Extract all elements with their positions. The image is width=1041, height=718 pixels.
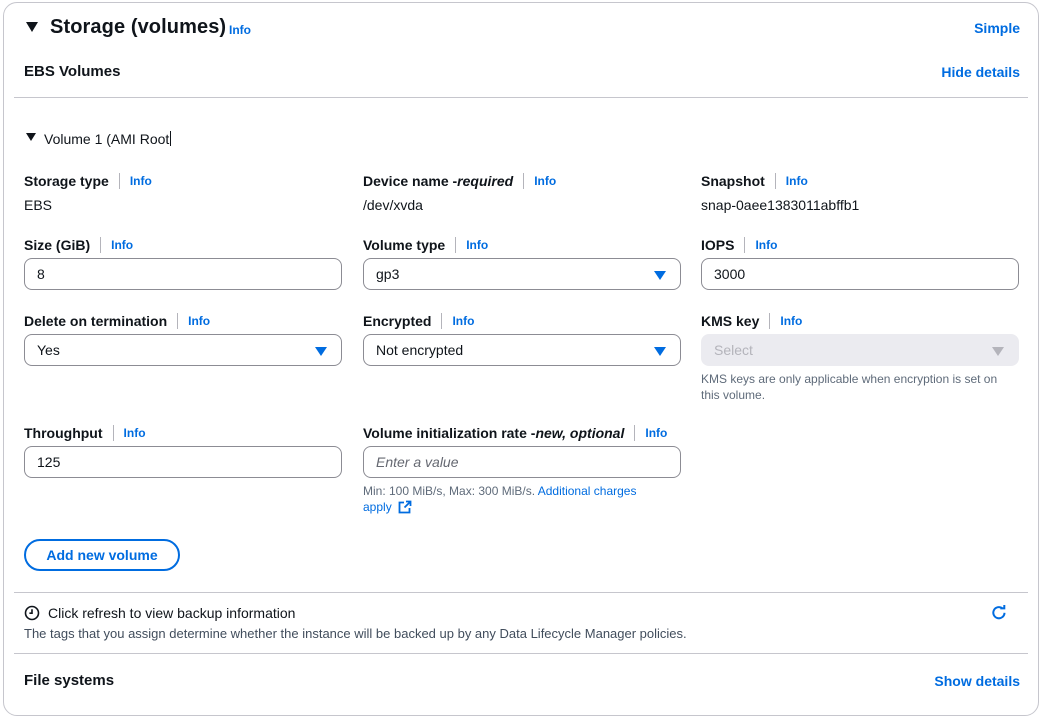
kms-key-select: Select [701,334,1019,366]
encrypted-select[interactable]: Not encrypted [363,334,681,366]
volume-type-label-text: Volume type [363,237,446,253]
snapshot-info-link[interactable]: Info [786,174,808,188]
snapshot-value: snap-0aee1383011abffb1 [701,197,860,213]
backup-description: The tags that you assign determine wheth… [24,626,687,641]
storage-type-label: Storage type Info [24,173,152,189]
required-marker: required [457,173,514,189]
device-name-info-link[interactable]: Info [534,174,556,188]
text-cursor [170,131,172,146]
collapse-caret-icon[interactable] [26,22,38,32]
throughput-input[interactable]: 125 [24,446,342,478]
init-rate-hint-text: Min: 100 MiB/s, Max: 300 MiB/s. [363,484,538,498]
device-name-label-text: Device name - [363,173,458,189]
delete-on-termination-select[interactable]: Yes [24,334,342,366]
delete-on-termination-info-link[interactable]: Info [188,314,210,328]
volume-type-label: Volume type Info [363,237,488,253]
header-info-link[interactable]: Info [229,23,251,37]
volume-type-select[interactable]: gp3 [363,258,681,290]
init-rate-label-text: Volume initialization rate - [363,425,536,441]
kms-key-label-text: KMS key [701,313,760,329]
size-label: Size (GiB) Info [24,237,133,253]
divider [14,97,1028,98]
throughput-label-text: Throughput [24,425,103,441]
backup-title: Click refresh to view backup information [48,605,296,621]
volume-collapse-caret-icon[interactable] [26,133,36,141]
refresh-icon[interactable] [990,604,1008,622]
dropdown-arrow-icon [654,347,666,356]
storage-panel: Storage (volumes) Info Simple EBS Volume… [3,2,1039,716]
simple-mode-link[interactable]: Simple [974,20,1020,36]
init-rate-info-link[interactable]: Info [645,426,667,440]
iops-label: IOPS Info [701,237,777,253]
volume-title[interactable]: Volume 1 (AMI Root [44,131,172,147]
size-input-value: 8 [37,266,45,282]
init-rate-label: Volume initialization rate - new, option… [363,425,667,441]
size-info-link[interactable]: Info [111,238,133,252]
init-rate-hint: Min: 100 MiB/s, Max: 300 MiB/s. Addition… [363,483,663,515]
delete-on-termination-label-text: Delete on termination [24,313,168,329]
hide-details-link[interactable]: Hide details [941,64,1020,80]
file-systems-title: File systems [24,672,115,689]
throughput-info-link[interactable]: Info [124,426,146,440]
encrypted-label-text: Encrypted [363,313,432,329]
iops-info-link[interactable]: Info [755,238,777,252]
iops-label-text: IOPS [701,237,735,253]
storage-type-label-text: Storage type [24,173,109,189]
size-input[interactable]: 8 [24,258,342,290]
dropdown-arrow-icon [992,347,1004,356]
section-title: Storage (volumes) [50,16,227,38]
device-name-value: /dev/xvda [363,197,423,213]
external-link-icon[interactable] [398,500,412,514]
volume-title-text: Volume 1 (AMI Root [44,131,170,147]
show-details-link[interactable]: Show details [934,673,1020,689]
dropdown-arrow-icon [654,271,666,280]
throughput-label: Throughput Info [24,425,146,441]
encrypted-info-link[interactable]: Info [452,314,474,328]
volume-type-info-link[interactable]: Info [466,238,488,252]
delete-on-termination-value: Yes [37,342,60,358]
storage-type-value: EBS [24,197,53,213]
device-name-label: Device name - required Info [363,173,556,189]
init-rate-input[interactable]: Enter a value [363,446,681,478]
divider [14,592,1028,593]
iops-input-value: 3000 [714,266,746,282]
clock-icon [24,605,40,621]
kms-key-label: KMS key Info [701,313,802,329]
encrypted-value: Not encrypted [376,342,464,358]
snapshot-label-text: Snapshot [701,173,765,189]
delete-on-termination-label: Delete on termination Info [24,313,210,329]
init-rate-placeholder: Enter a value [376,454,459,470]
volume-type-value: gp3 [376,266,400,282]
snapshot-label: Snapshot Info [701,173,808,189]
init-rate-qualifier: new, optional [535,425,625,441]
encrypted-label: Encrypted Info [363,313,474,329]
size-label-text: Size (GiB) [24,237,91,253]
dropdown-arrow-icon [315,347,327,356]
kms-key-placeholder: Select [714,342,753,358]
add-new-volume-button[interactable]: Add new volume [24,539,180,571]
ebs-volumes-title: EBS Volumes [24,63,121,80]
iops-input[interactable]: 3000 [701,258,1019,290]
kms-key-info-link[interactable]: Info [780,314,802,328]
kms-key-hint: KMS keys are only applicable when encryp… [701,372,998,402]
throughput-input-value: 125 [37,454,61,470]
storage-type-info-link[interactable]: Info [130,174,152,188]
divider [14,653,1028,654]
